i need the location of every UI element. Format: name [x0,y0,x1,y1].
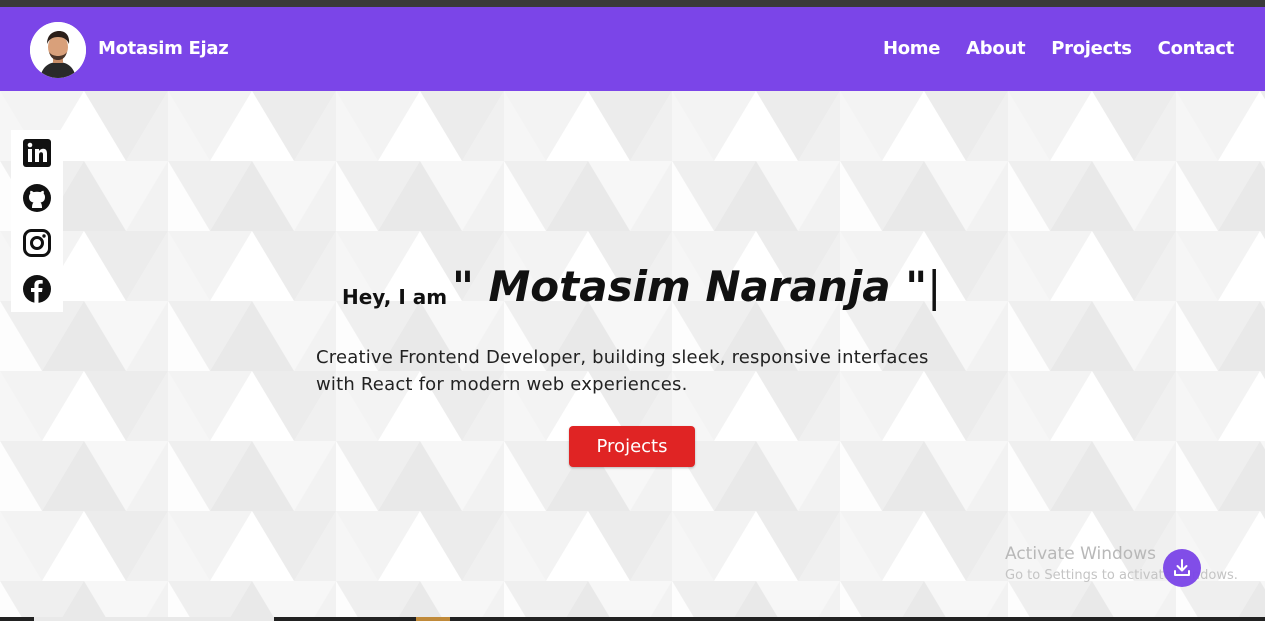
typing-cursor: | [927,262,942,311]
activate-windows-title: Activate Windows [1005,544,1156,564]
facebook-icon[interactable] [22,274,52,304]
top-strip [0,0,1265,7]
download-icon [1174,559,1190,576]
nav-projects[interactable]: Projects [1051,38,1132,59]
projects-button[interactable]: Projects [569,426,695,467]
linkedin-icon[interactable] [22,138,52,168]
hero-name-line: " Motasim Naranja "| [452,262,941,311]
nav-home[interactable]: Home [883,38,941,59]
brand-name[interactable]: Motasim Ejaz [98,38,229,59]
bottom-taskbar-strip [0,617,1265,621]
close-quote: " [905,262,928,311]
instagram-icon[interactable] [22,228,52,258]
avatar[interactable] [30,22,86,78]
download-button[interactable] [1163,549,1201,587]
hero-name: Motasim Naranja [488,262,891,311]
hero-description: Creative Frontend Developer, building sl… [316,347,929,395]
taskbar-segment [416,617,450,621]
navbar: Motasim Ejaz Home About Projects Contact [0,7,1265,91]
open-quote: " [452,262,474,311]
github-icon[interactable] [22,183,52,213]
activate-windows-subtitle: Go to Settings to activate Windows. [1005,568,1238,583]
main-nav: Home About Projects Contact [883,38,1234,59]
hero-greeting: Hey, I am [342,285,448,309]
nav-contact[interactable]: Contact [1158,38,1235,59]
taskbar-segment [34,617,274,621]
nav-about[interactable]: About [966,38,1025,59]
social-links [11,130,63,312]
